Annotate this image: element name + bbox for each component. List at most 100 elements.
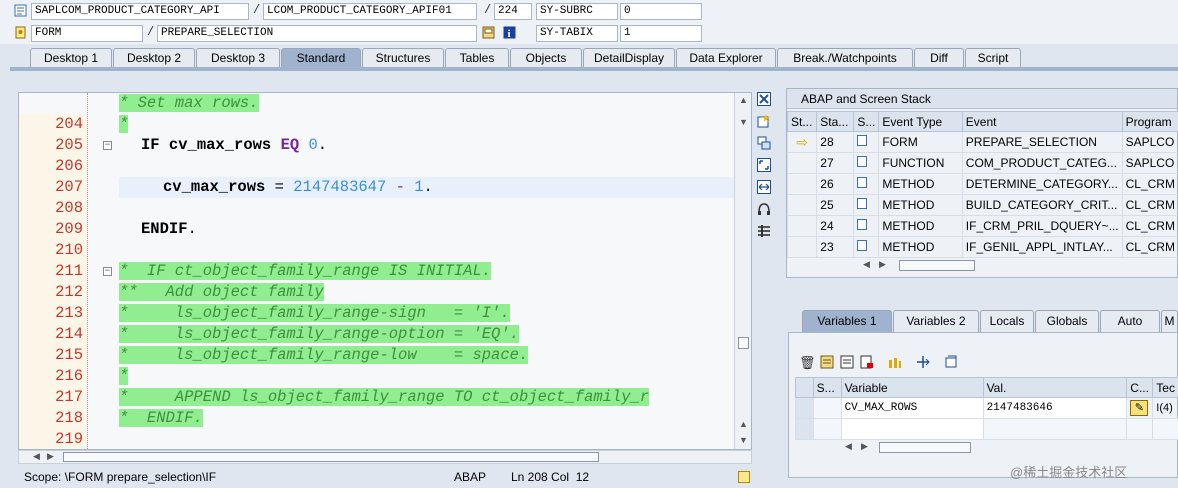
program-field[interactable]: SAPLCOM_PRODUCT_CATEGORY_API [31, 3, 249, 20]
table-row[interactable]: CV_MAX_ROWS 2147483646 ✎ I(4) [795, 397, 1178, 419]
column-header[interactable]: St... [786, 111, 818, 132]
column-header[interactable]: S... [853, 111, 880, 132]
editor-vertical-scrollbar[interactable]: ▲ ▼ ▲ ▼ [734, 93, 751, 449]
sysvar-value-field-2[interactable]: 1 [620, 25, 702, 42]
column-header[interactable]: Sta... [816, 111, 855, 132]
stack-horizontal-scrollbar[interactable]: ◀ ▶ [863, 259, 1163, 273]
column-header[interactable]: Event [961, 111, 1123, 132]
scroll-thumb[interactable] [738, 337, 749, 349]
settings-icon[interactable] [943, 355, 959, 371]
new-tool-icon[interactable] [756, 114, 772, 130]
variable-value-cell[interactable]: 2147483646 [982, 397, 1128, 419]
tab-structures[interactable]: Structures [362, 48, 444, 68]
scroll-up-icon[interactable]: ▲ [739, 95, 748, 105]
variables-horizontal-scrollbar[interactable]: ◀ ▶ [845, 441, 1145, 455]
editor-horizontal-scrollbar[interactable]: ◀ ▶ [18, 450, 752, 464]
replace-tool-icon[interactable] [756, 136, 772, 152]
scroll-right-icon[interactable]: ▶ [861, 441, 868, 452]
save-icon[interactable] [819, 355, 835, 371]
services-icon[interactable] [756, 202, 772, 218]
column-header[interactable]: Tec [1152, 377, 1178, 398]
variable-name-cell[interactable]: CV_MAX_ROWS [840, 397, 984, 419]
tab-detaildisplay[interactable]: DetailDisplay [583, 48, 675, 68]
column-header[interactable]: C... [1126, 377, 1154, 398]
export-icon[interactable] [859, 355, 875, 371]
scroll-thumb[interactable] [879, 442, 971, 453]
sysvar-name-field[interactable]: SY-SUBRC [536, 3, 618, 20]
info-icon[interactable]: i [503, 26, 516, 40]
row-selector[interactable] [795, 418, 814, 440]
tab-data-explorer[interactable]: Data Explorer [676, 48, 776, 68]
load-icon[interactable] [839, 355, 855, 371]
row-selector[interactable] [795, 397, 814, 419]
tab-globals[interactable]: Globals [1035, 310, 1099, 332]
navigate-icon[interactable] [915, 355, 931, 371]
change-cell[interactable]: ✎ [1126, 397, 1154, 419]
table-row[interactable] [795, 418, 1178, 440]
column-header[interactable]: Variable [840, 377, 984, 398]
table-row[interactable]: 26 METHOD DETERMINE_CATEGORY... CL_CRM [786, 173, 1178, 195]
find-icon[interactable] [482, 26, 495, 39]
table-row[interactable]: 23 METHOD IF_GENIL_APPL_INTLAY... CL_CRM [786, 236, 1178, 258]
variable-value-cell[interactable] [982, 418, 1128, 440]
scroll-down-icon[interactable]: ▼ [739, 435, 748, 445]
swap-icon[interactable] [756, 180, 772, 196]
tab-tables[interactable]: Tables [445, 48, 509, 68]
note-icon[interactable] [738, 471, 750, 483]
form-icon [14, 26, 27, 39]
tab-locals[interactable]: Locals [980, 310, 1034, 332]
table-row[interactable]: 27 FUNCTION COM_PRODUCT_CATEG... SAPLCO [786, 152, 1178, 174]
tab-auto[interactable]: Auto [1100, 310, 1160, 332]
tab-desktop-3[interactable]: Desktop 3 [196, 48, 280, 68]
tab-variables-1[interactable]: Variables 1 [802, 310, 892, 332]
tab-breakpoints[interactable]: Break./Watchpoints [777, 48, 913, 68]
period: . [187, 220, 197, 238]
table-row[interactable]: 25 METHOD BUILD_CATEGORY_CRIT... CL_CRM [786, 194, 1178, 216]
settings-icon[interactable] [756, 224, 772, 240]
column-header[interactable] [795, 377, 814, 398]
tab-variables-2[interactable]: Variables 2 [893, 310, 979, 332]
column-header[interactable]: Event Type [878, 111, 963, 132]
delete-icon[interactable]: 🗑 [799, 355, 816, 371]
line-field[interactable]: 224 [494, 3, 532, 20]
column-header[interactable]: S... [812, 377, 842, 398]
scroll-left-icon[interactable]: ◀ [33, 451, 40, 462]
scroll-left-icon[interactable]: ◀ [863, 259, 870, 270]
table-row[interactable]: ⇨ 28 FORM PREPARE_SELECTION SAPLCO [786, 131, 1178, 153]
tab-script[interactable]: Script [965, 48, 1021, 68]
scroll-thumb[interactable] [63, 452, 599, 462]
tab-diff[interactable]: Diff [914, 48, 964, 68]
sysvar-name-field-2[interactable]: SY-TABIX [536, 25, 618, 42]
column-header[interactable]: Program [1121, 111, 1178, 132]
scroll-right-icon[interactable]: ▶ [879, 259, 886, 270]
scope-text: Scope: \FORM prepare_selection\IF [24, 470, 217, 484]
variable-name-cell[interactable] [840, 418, 984, 440]
maximize-icon[interactable] [756, 158, 772, 174]
code-line: 214 * ls_object_family_range-sign = 'I'. [19, 303, 735, 345]
event-type-field[interactable]: FORM [31, 25, 143, 42]
event-name: DETERMINE_CATEGORY... [961, 173, 1123, 195]
event-name: IF_GENIL_APPL_INTLAY... [961, 236, 1123, 258]
tab-desktop-1[interactable]: Desktop 1 [30, 48, 112, 68]
scroll-down-icon[interactable]: ▼ [739, 117, 748, 127]
scroll-thumb[interactable] [899, 260, 975, 271]
columns-icon[interactable] [887, 355, 903, 371]
tab-more[interactable]: M [1161, 310, 1178, 332]
tab-objects[interactable]: Objects [510, 48, 582, 68]
fold-toggle[interactable]: − [103, 141, 112, 150]
scroll-left-icon[interactable]: ◀ [845, 441, 852, 452]
tab-underline [10, 67, 1178, 71]
column-header[interactable]: Val. [982, 377, 1128, 398]
tab-desktop-2[interactable]: Desktop 2 [113, 48, 195, 68]
tab-standard[interactable]: Standard [281, 48, 361, 68]
fold-toggle[interactable]: − [103, 267, 112, 276]
include-field[interactable]: LCOM_PRODUCT_CATEGORY_APIF01 [263, 3, 477, 20]
table-row[interactable]: 24 METHOD IF_CRM_PRIL_DQUERY~... CL_CRM [786, 215, 1178, 237]
edit-pencil-icon[interactable]: ✎ [1130, 400, 1149, 416]
sysvar-value-field[interactable]: 0 [620, 3, 702, 20]
source-editor[interactable]: 204 * Set max rows. 205 * 206 − IF cv_ma… [18, 92, 752, 450]
event-name-field[interactable]: PREPARE_SELECTION [157, 25, 477, 42]
close-icon[interactable] [756, 92, 772, 108]
scroll-right-icon[interactable]: ▶ [47, 451, 54, 462]
scroll-up-icon[interactable]: ▲ [739, 419, 748, 429]
